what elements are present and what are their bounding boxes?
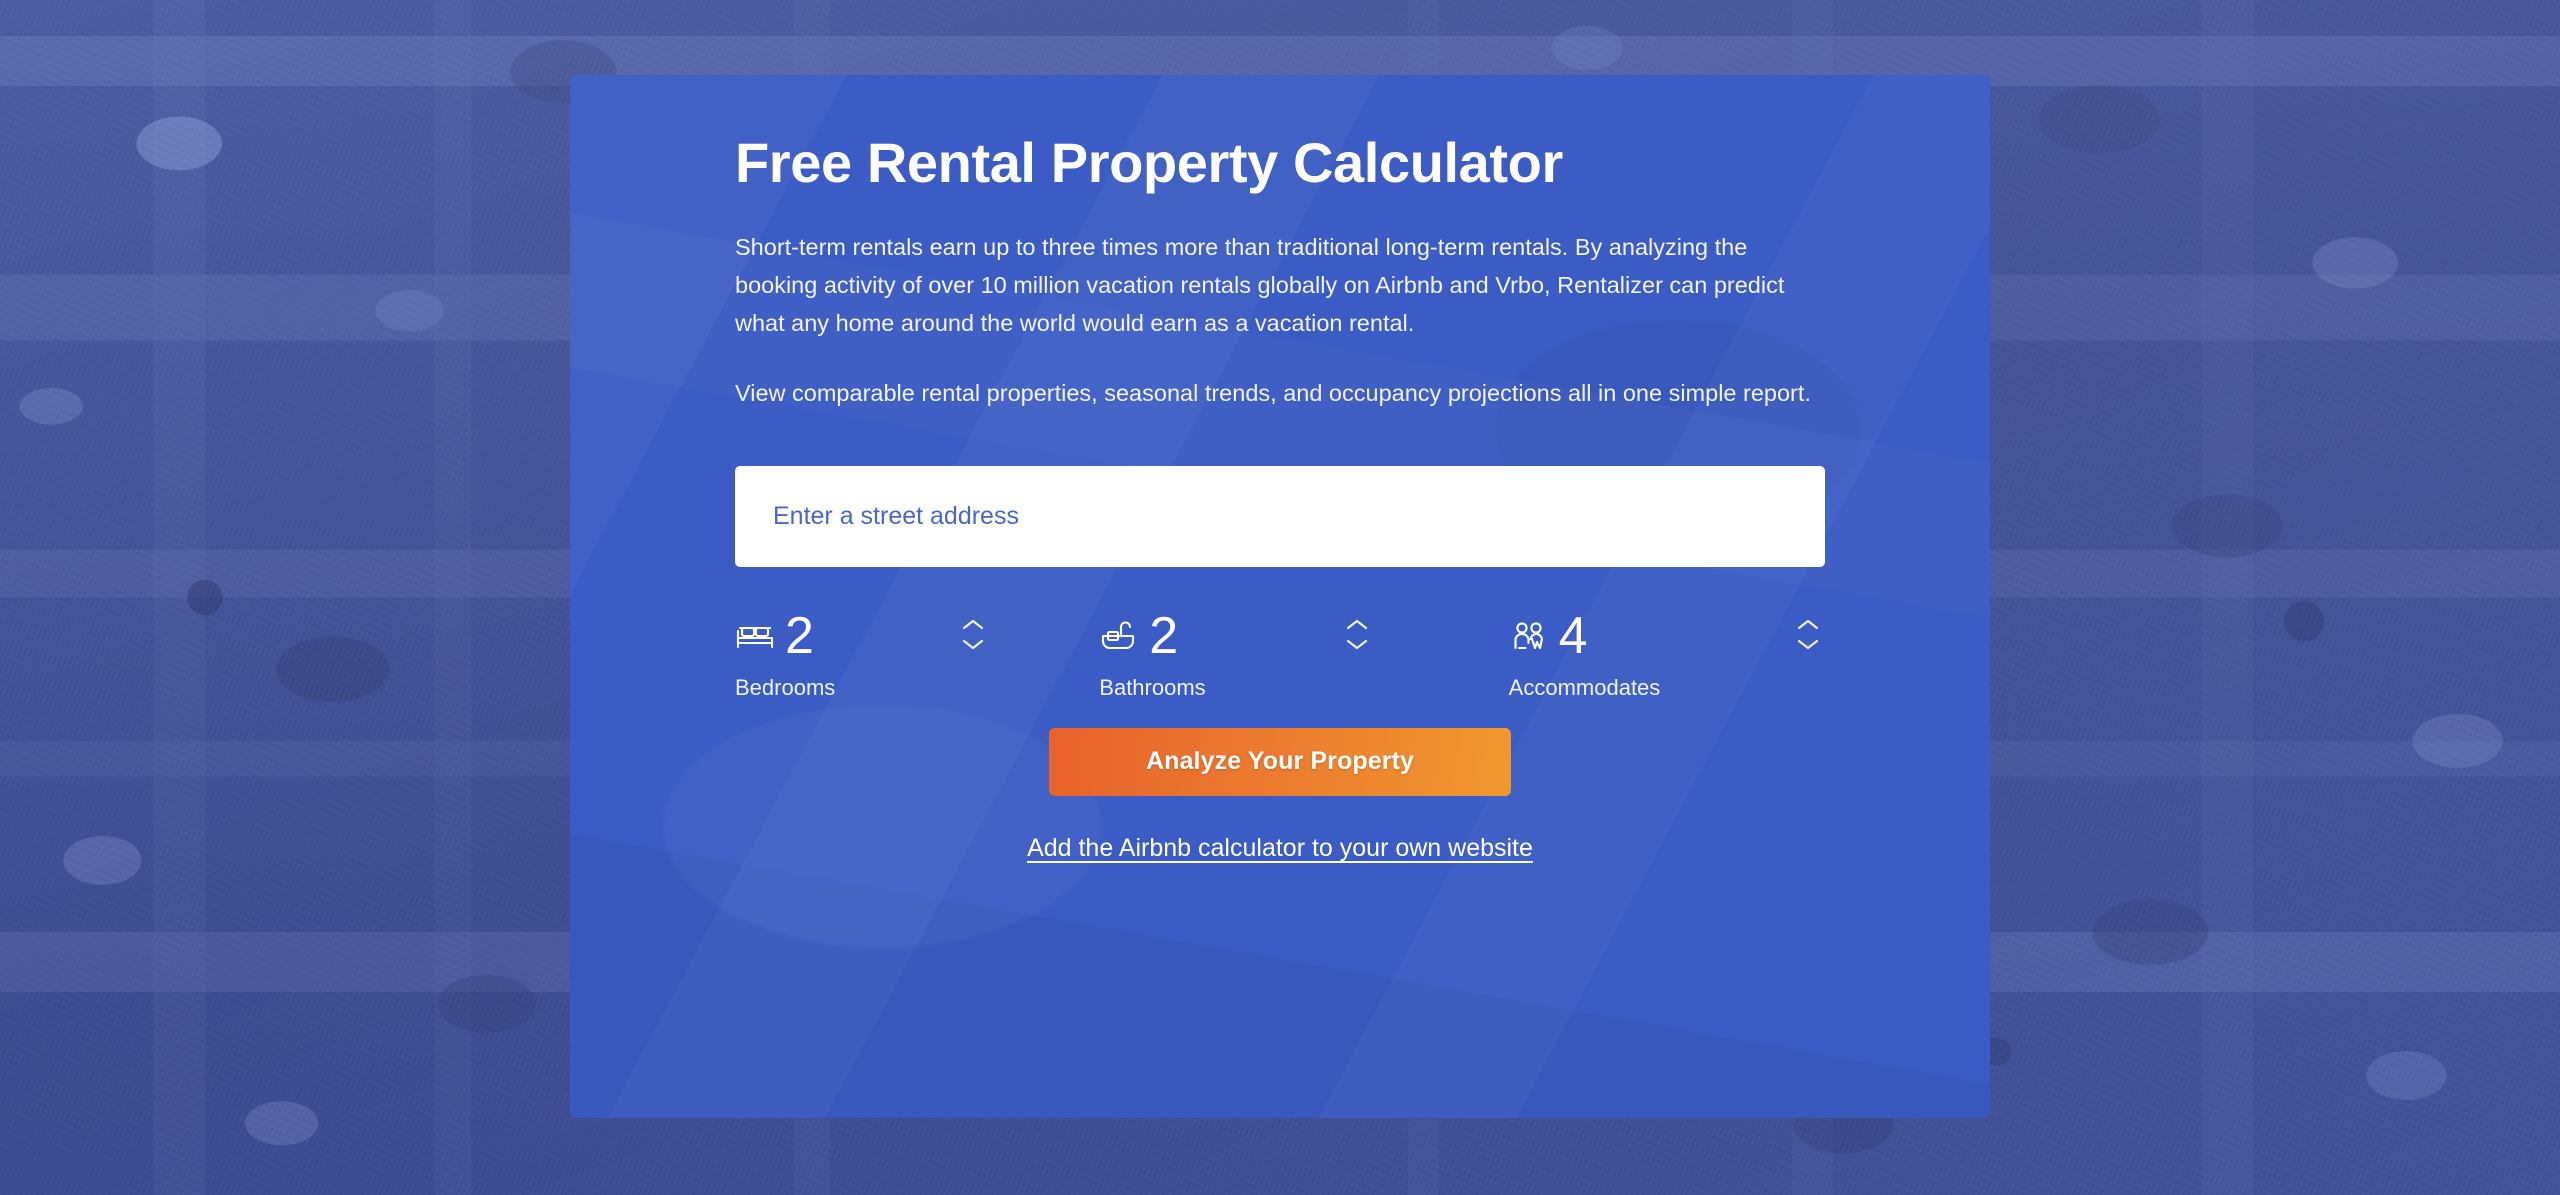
bathrooms-value: 2 (1149, 606, 1179, 665)
stepper-bathrooms[interactable] (1341, 611, 1373, 659)
page-title: Free Rental Property Calculator (735, 131, 1563, 194)
chevron-up-icon (963, 620, 984, 630)
chevron-down-icon (963, 640, 984, 650)
spec-block-bedrooms: 2 Bedrooms (735, 603, 835, 701)
people-icon (1509, 619, 1549, 653)
bedrooms-label: Bedrooms (735, 674, 836, 700)
rental-calculator-card: Free Rental Property Calculator Short-te… (570, 75, 1990, 1118)
spec-value-row-bathrooms: 2 (1099, 603, 1205, 669)
chevron-up-icon (1798, 620, 1819, 630)
spec-value-row-bedrooms: 2 (735, 603, 835, 669)
bath-icon (1099, 619, 1139, 653)
spec-block-bathrooms: 2 Bathrooms (1099, 603, 1205, 701)
intro-paragraph-2: View comparable rental properties, seaso… (735, 379, 1811, 406)
accommodates-label: Accommodates (1508, 674, 1661, 700)
intro-paragraph-1: Short-term rentals earn up to three time… (735, 233, 1785, 336)
spec-block-accommodates: 4 Accommodates (1509, 603, 1661, 701)
accommodates-value: 4 (1558, 606, 1588, 665)
property-specs-row: 2 Bedrooms 2 Bathrooms 4 Accommodates (735, 603, 1825, 701)
chevron-down-icon (1798, 640, 1819, 650)
chevron-down-icon (1346, 640, 1367, 650)
address-input[interactable] (735, 465, 1825, 567)
bathrooms-label: Bathrooms (1099, 674, 1206, 700)
embed-calculator-link[interactable]: Add the Airbnb calculator to your own we… (1027, 834, 1533, 863)
stepper-bedrooms[interactable] (957, 611, 989, 659)
bed-icon (735, 619, 775, 653)
stepper-accommodates[interactable] (1792, 611, 1824, 659)
spec-value-row-accommodates: 4 (1509, 603, 1661, 669)
spec-group-bathrooms: 2 Bathrooms (1099, 603, 1372, 701)
spec-group-bedrooms: 2 Bedrooms (735, 603, 989, 701)
analyze-property-button[interactable]: Analyze Your Property (1049, 727, 1511, 796)
spec-group-accommodates: 4 Accommodates (1509, 603, 1825, 701)
address-input-container (735, 465, 1825, 567)
bedrooms-value: 2 (785, 606, 814, 665)
chevron-up-icon (1346, 620, 1367, 630)
